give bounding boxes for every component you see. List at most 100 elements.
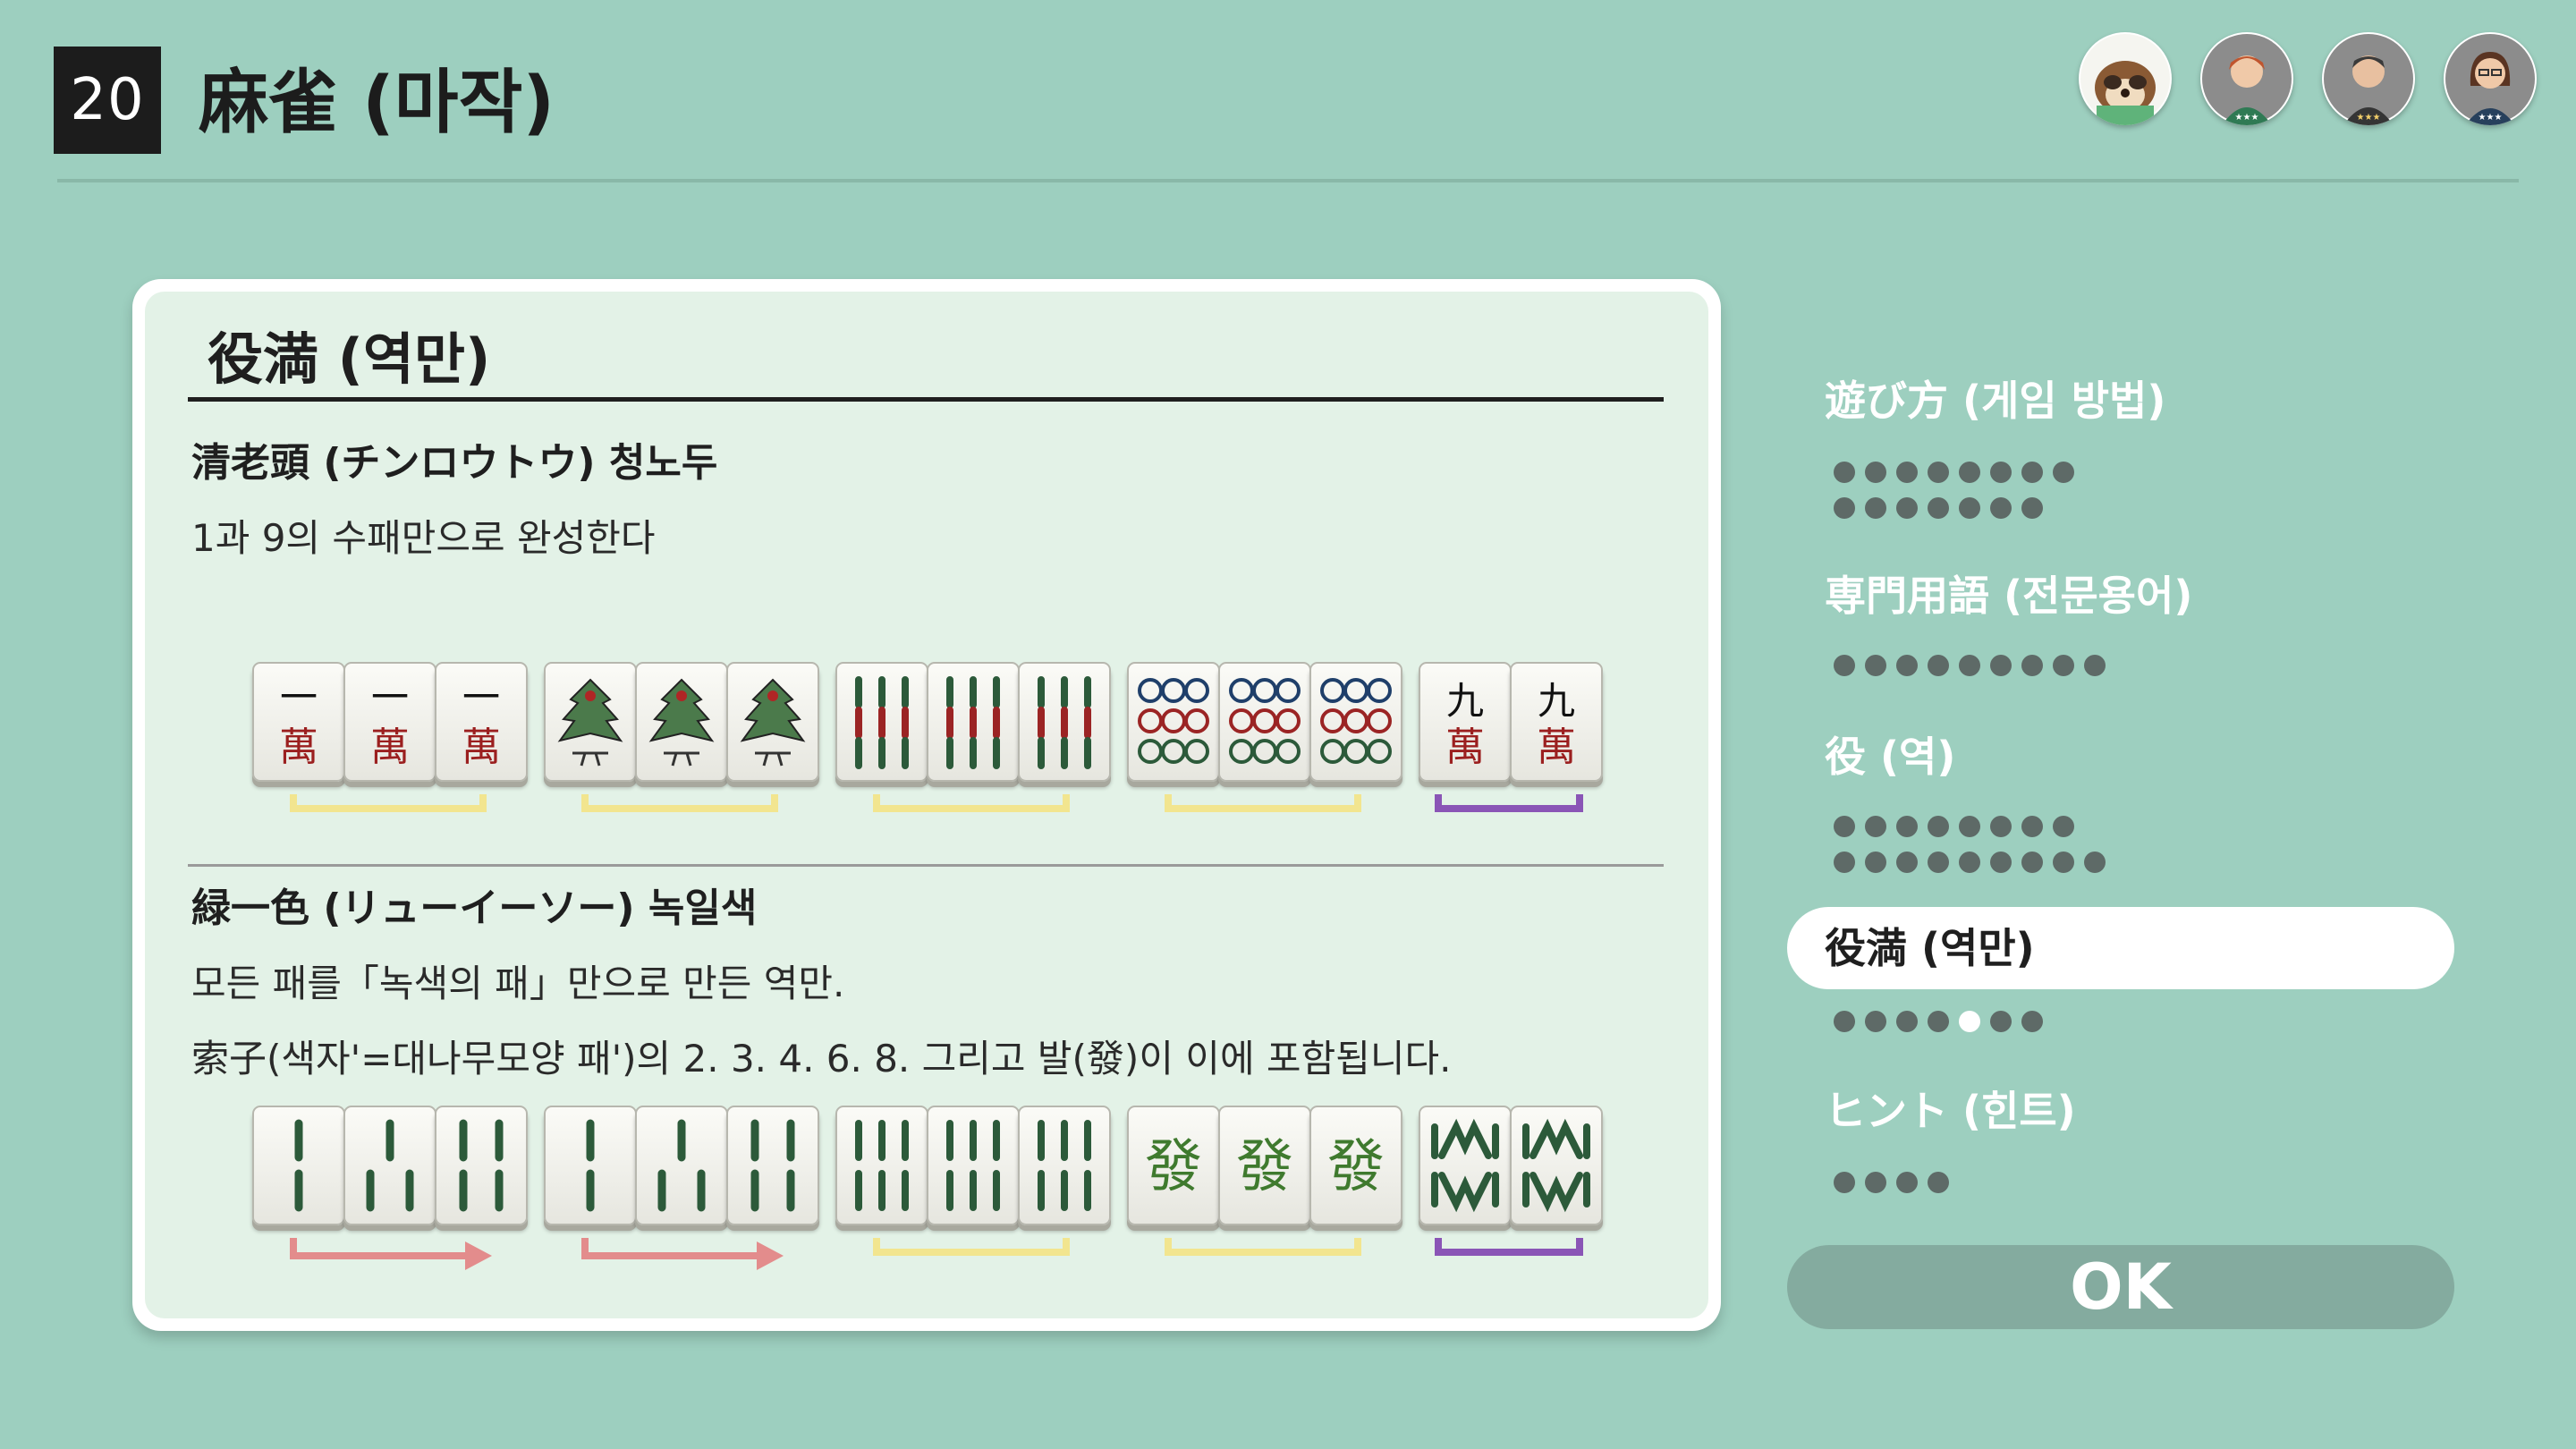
yaku-desc-chinroutou: 1과 9의 수패만으로 완성한다 [191, 516, 656, 560]
page-dot[interactable] [2021, 462, 2043, 483]
svg-text:一: 一 [371, 675, 409, 719]
section-divider [188, 864, 1664, 867]
menu-item-yakuman[interactable]: 役満 (역만) [1787, 907, 2454, 989]
page-dot[interactable] [2021, 1011, 2043, 1032]
tile-hatsu: 發 [1127, 1106, 1220, 1225]
page-dot[interactable] [1990, 462, 2012, 483]
page-dot[interactable] [1990, 852, 2012, 873]
yaku-title-ryuuiisou: 緑一色 (リューイーソー) 녹일색 [191, 886, 758, 931]
page-dot[interactable] [1834, 1172, 1855, 1193]
page-dot[interactable] [1896, 852, 1918, 873]
page-dot[interactable] [2084, 852, 2106, 873]
tile-1sou-bird [635, 662, 728, 782]
tile-8sou [1419, 1106, 1512, 1225]
page-dots-yaku [1834, 816, 2120, 887]
page-dot-current[interactable] [1959, 1011, 1980, 1032]
tile-9sou [927, 662, 1020, 782]
menu-item-hint[interactable]: ヒント (힌트) [1825, 1082, 2076, 1140]
pair-bracket-purple [1435, 791, 1583, 818]
tile-1man: 一萬 [343, 662, 436, 782]
page-dot[interactable] [1959, 497, 1980, 519]
ok-button[interactable]: OK [1787, 1245, 2454, 1329]
tile-2sou [544, 1106, 637, 1225]
tile-3sou [635, 1106, 728, 1225]
page-dot[interactable] [2053, 816, 2074, 837]
rules-card-content: 役満 (역만) 清老頭 (チンロウトウ) 청노두 1과 9의 수패만으로 완성한… [145, 292, 1708, 1318]
svg-text:萬: 萬 [1445, 724, 1485, 770]
svg-text:★★★: ★★★ [2357, 113, 2381, 123]
svg-text:萬: 萬 [370, 724, 410, 770]
page-dot[interactable] [1928, 1011, 1949, 1032]
page-dot[interactable] [1834, 497, 1855, 519]
page-dot[interactable] [2053, 852, 2074, 873]
page-dot[interactable] [1928, 816, 1949, 837]
tile-9man: 九萬 [1419, 662, 1512, 782]
menu-item-yaku[interactable]: 役 (역) [1825, 728, 1955, 785]
page-dot[interactable] [1928, 462, 1949, 483]
page-dot[interactable] [2021, 497, 2043, 519]
page-dot[interactable] [1865, 1011, 1886, 1032]
tile-hatsu: 發 [1309, 1106, 1402, 1225]
page-dots-hint [1834, 1172, 2120, 1208]
menu-item-terminology[interactable]: 専門用語 (전문용어) [1825, 567, 2192, 624]
section-title: 役満 (역만) [208, 326, 491, 392]
page-dot[interactable] [1834, 852, 1855, 873]
page-dot[interactable] [1896, 655, 1918, 676]
page-dot[interactable] [1865, 1172, 1886, 1193]
page-dot[interactable] [1896, 1011, 1918, 1032]
page-dot[interactable] [1896, 497, 1918, 519]
page-dot[interactable] [1959, 462, 1980, 483]
page-dot[interactable] [2084, 655, 2106, 676]
page-dots-yakuman [1834, 1011, 2120, 1046]
tanuki-avatar [2079, 32, 2172, 125]
page-dot[interactable] [1834, 655, 1855, 676]
page-dot[interactable] [1990, 816, 2012, 837]
tile-8sou [1510, 1106, 1603, 1225]
tile-3sou [343, 1106, 436, 1225]
page-dot[interactable] [1834, 1011, 1855, 1032]
page-dot[interactable] [1865, 462, 1886, 483]
svg-text:九: 九 [1538, 679, 1575, 723]
page-dot[interactable] [1834, 462, 1855, 483]
page-dot[interactable] [1834, 816, 1855, 837]
page-dot[interactable] [1928, 852, 1949, 873]
svg-text:萬: 萬 [1537, 724, 1576, 770]
page-dot[interactable] [1865, 852, 1886, 873]
page-dot[interactable] [1959, 816, 1980, 837]
svg-text:★★★: ★★★ [2479, 113, 2503, 123]
meld-bracket-yellow [873, 791, 1070, 818]
tile-9sou [835, 662, 928, 782]
page-dot[interactable] [1865, 497, 1886, 519]
tile-6sou [1018, 1106, 1111, 1225]
page-dots-how-to-play [1834, 462, 2120, 533]
page-dot[interactable] [2021, 852, 2043, 873]
page-dot[interactable] [2021, 816, 2043, 837]
page-dot[interactable] [1865, 655, 1886, 676]
page-dot[interactable] [1959, 655, 1980, 676]
page-dot[interactable] [2021, 655, 2043, 676]
page-dot[interactable] [1928, 655, 1949, 676]
page-dot[interactable] [1928, 497, 1949, 519]
tile-row-chinroutou: 一萬 一萬 一萬 九萬 九 萬 [252, 662, 1648, 841]
page-dot[interactable] [1990, 655, 2012, 676]
page-dot[interactable] [2053, 462, 2074, 483]
svg-text:一: 一 [462, 675, 500, 719]
svg-text:發: 發 [1236, 1134, 1293, 1200]
page-dot[interactable] [1896, 462, 1918, 483]
page-dot[interactable] [1865, 816, 1886, 837]
page-dot[interactable] [1990, 1011, 2012, 1032]
page-dot[interactable] [2053, 655, 2074, 676]
page-dot[interactable] [1896, 816, 1918, 837]
page-dot[interactable] [1959, 852, 1980, 873]
yaku-title-chinroutou: 清老頭 (チンロウトウ) 청노두 [191, 440, 718, 486]
page-dot[interactable] [1990, 497, 2012, 519]
tile-row-ryuuiisou: 發 發 發 [252, 1106, 1648, 1284]
menu-item-how-to-play[interactable]: 遊び方 (게임 방법) [1825, 372, 2165, 429]
tile-9pin [1309, 662, 1402, 782]
tile-6sou [835, 1106, 928, 1225]
svg-text:★★★: ★★★ [2235, 113, 2259, 123]
tile-2sou [252, 1106, 345, 1225]
page-dot[interactable] [1896, 1172, 1918, 1193]
svg-text:發: 發 [1327, 1134, 1385, 1200]
page-dot[interactable] [1928, 1172, 1949, 1193]
